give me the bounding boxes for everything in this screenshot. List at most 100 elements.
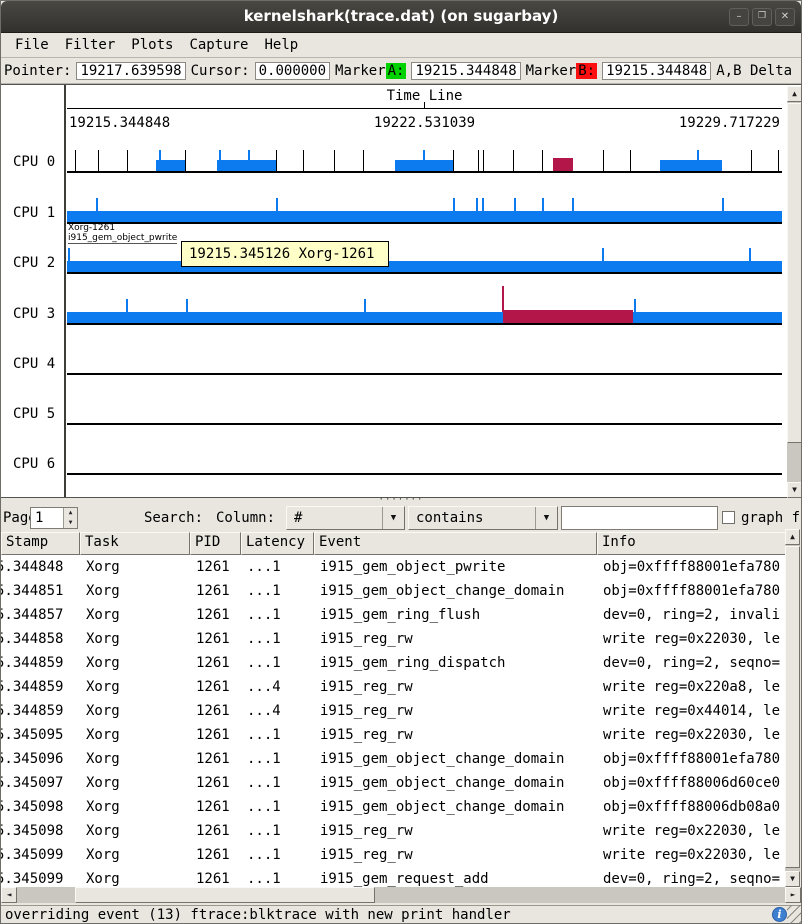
scroll-down-icon[interactable]: ▼: [787, 482, 802, 498]
cell-info: dev=0, ring=2, seqno=: [597, 867, 787, 887]
cell-event: i915_gem_object_change_domain: [314, 579, 597, 603]
cell-latency: ...1: [241, 723, 314, 747]
table-row[interactable]: 5.345095Xorg1261...1i915_reg_rwwrite reg…: [1, 723, 787, 747]
table-vscrollbar[interactable]: ▲ ▼: [785, 529, 800, 887]
cell-pid: 1261: [190, 675, 241, 699]
column-header-pid[interactable]: PID: [190, 532, 241, 555]
hover-task-label: Xorg-1261: [68, 223, 115, 233]
task-bar-crimson: [503, 310, 633, 323]
scroll-right-icon[interactable]: ►: [785, 887, 801, 903]
cpu-baseline: [67, 171, 782, 173]
hover-event-label: i915_gem_object_pwrite: [68, 233, 177, 244]
marker-b-value: 19215.344848: [602, 62, 711, 80]
chevron-down-icon[interactable]: ▼: [382, 507, 404, 529]
cell-stamp: 5.345098: [1, 819, 80, 843]
scroll-down-icon[interactable]: ▼: [785, 871, 800, 887]
graph-vscrollbar[interactable]: ▲ ▼: [787, 86, 802, 498]
spin-up-icon[interactable]: ▲: [64, 508, 77, 518]
cell-info: dev=0, ring=2, invali: [597, 603, 787, 627]
cell-event: i915_gem_object_change_domain: [314, 771, 597, 795]
column-header-info[interactable]: Info: [597, 532, 787, 555]
task-bar-blue: [395, 160, 453, 171]
minimize-button[interactable]: –: [729, 8, 749, 26]
cell-stamp: 5.344859: [1, 651, 80, 675]
maximize-button[interactable]: ❒: [752, 8, 772, 26]
cell-pid: 1261: [190, 627, 241, 651]
scroll-up-icon[interactable]: ▲: [787, 86, 802, 102]
scroll-left-icon[interactable]: ◄: [1, 887, 17, 903]
close-button[interactable]: ✕: [775, 8, 795, 26]
cpu-label: CPU 5: [13, 406, 55, 422]
page-input[interactable]: [32, 509, 63, 527]
table-row[interactable]: 5.344848Xorg1261...1i915_gem_object_pwri…: [1, 555, 787, 579]
cell-task: Xorg: [80, 867, 190, 887]
scroll-up-icon[interactable]: ▲: [785, 529, 800, 545]
column-header-latency[interactable]: Latency: [241, 532, 314, 555]
table-row[interactable]: 5.345096Xorg1261...1i915_gem_object_chan…: [1, 747, 787, 771]
table-row[interactable]: 5.344859Xorg1261...1i915_gem_ring_dispat…: [1, 651, 787, 675]
search-input[interactable]: [561, 506, 718, 530]
table-hscrollbar[interactable]: ◄ ►: [1, 887, 801, 903]
cell-stamp: 5.345099: [1, 867, 80, 887]
cpu-label: CPU 2: [13, 255, 55, 271]
timeline-plot[interactable]: Time Line 19215.344848 19222.531039 1922…: [67, 85, 782, 497]
cell-stamp: 5.344857: [1, 603, 80, 627]
cell-latency: ...4: [241, 699, 314, 723]
cell-task: Xorg: [80, 627, 190, 651]
table-hscroll-thumb[interactable]: [75, 887, 375, 903]
menu-item-capture[interactable]: Capture: [181, 35, 256, 55]
graph-vscroll-thumb[interactable]: [787, 103, 802, 443]
event-tick: [476, 198, 478, 211]
cell-stamp: 5.344851: [1, 579, 80, 603]
event-tick: [68, 248, 70, 261]
graph-pane: Time Line 19215.344848 19222.531039 1922…: [1, 84, 802, 498]
event-tick: [364, 299, 366, 312]
cpu-baseline: [67, 272, 782, 274]
pointer-label: Pointer:: [4, 63, 71, 79]
table-row[interactable]: 5.344859Xorg1261...4i915_reg_rwwrite reg…: [1, 675, 787, 699]
table-row[interactable]: 5.345099Xorg1261...1i915_gem_request_add…: [1, 867, 787, 887]
cell-pid: 1261: [190, 795, 241, 819]
cell-pid: 1261: [190, 723, 241, 747]
cell-pid: 1261: [190, 819, 241, 843]
menu-item-plots[interactable]: Plots: [123, 35, 181, 55]
table-row[interactable]: 5.344851Xorg1261...1i915_gem_object_chan…: [1, 579, 787, 603]
cell-stamp: 5.345098: [1, 795, 80, 819]
event-tick: [751, 150, 752, 171]
column-header-event[interactable]: Event: [314, 532, 597, 555]
cell-pid: 1261: [190, 699, 241, 723]
table-row[interactable]: 5.345098Xorg1261...1i915_gem_object_chan…: [1, 795, 787, 819]
menu-item-file[interactable]: File: [7, 35, 57, 55]
table-row[interactable]: 5.345099Xorg1261...1i915_reg_rwwrite reg…: [1, 843, 787, 867]
column-select[interactable]: # ▼: [286, 506, 405, 530]
column-header-stamp[interactable]: Stamp: [1, 532, 80, 555]
info-icon[interactable]: i: [772, 907, 787, 922]
table-row[interactable]: 5.345098Xorg1261...1i915_reg_rwwrite reg…: [1, 819, 787, 843]
cell-pid: 1261: [190, 579, 241, 603]
spin-down-icon[interactable]: ▼: [64, 518, 77, 528]
task-bar-blue: [156, 160, 185, 171]
cell-event: i915_gem_object_pwrite: [314, 555, 597, 579]
match-select[interactable]: contains ▼: [408, 506, 558, 530]
cell-event: i915_gem_object_change_domain: [314, 795, 597, 819]
table-vscroll-thumb[interactable]: [785, 546, 800, 868]
table-row[interactable]: 5.344859Xorg1261...4i915_reg_rwwrite reg…: [1, 699, 787, 723]
column-header-task[interactable]: Task: [80, 532, 190, 555]
cpu-label: CPU 1: [13, 205, 55, 221]
table-row[interactable]: 5.344858Xorg1261...1i915_reg_rwwrite reg…: [1, 627, 787, 651]
chevron-down-icon[interactable]: ▼: [535, 507, 557, 529]
graph-follows-checkbox[interactable]: [722, 511, 735, 524]
menu-item-filter[interactable]: Filter: [57, 35, 124, 55]
title-bar[interactable]: kernelshark(trace.dat) (on sugarbay) – ❒…: [1, 1, 801, 33]
resize-grip-icon[interactable]: [787, 905, 801, 924]
event-tick: [126, 299, 128, 312]
cell-task: Xorg: [80, 747, 190, 771]
menu-item-help[interactable]: Help: [256, 35, 306, 55]
cell-info: write reg=0x220a8, le: [597, 675, 787, 699]
cell-latency: ...1: [241, 651, 314, 675]
table-row[interactable]: 5.344857Xorg1261...1i915_gem_ring_flushd…: [1, 603, 787, 627]
table-row[interactable]: 5.345097Xorg1261...1i915_gem_object_chan…: [1, 771, 787, 795]
delta-label: A,B Delta: [716, 63, 792, 79]
cell-stamp: 5.345097: [1, 771, 80, 795]
event-tick: [634, 299, 636, 312]
